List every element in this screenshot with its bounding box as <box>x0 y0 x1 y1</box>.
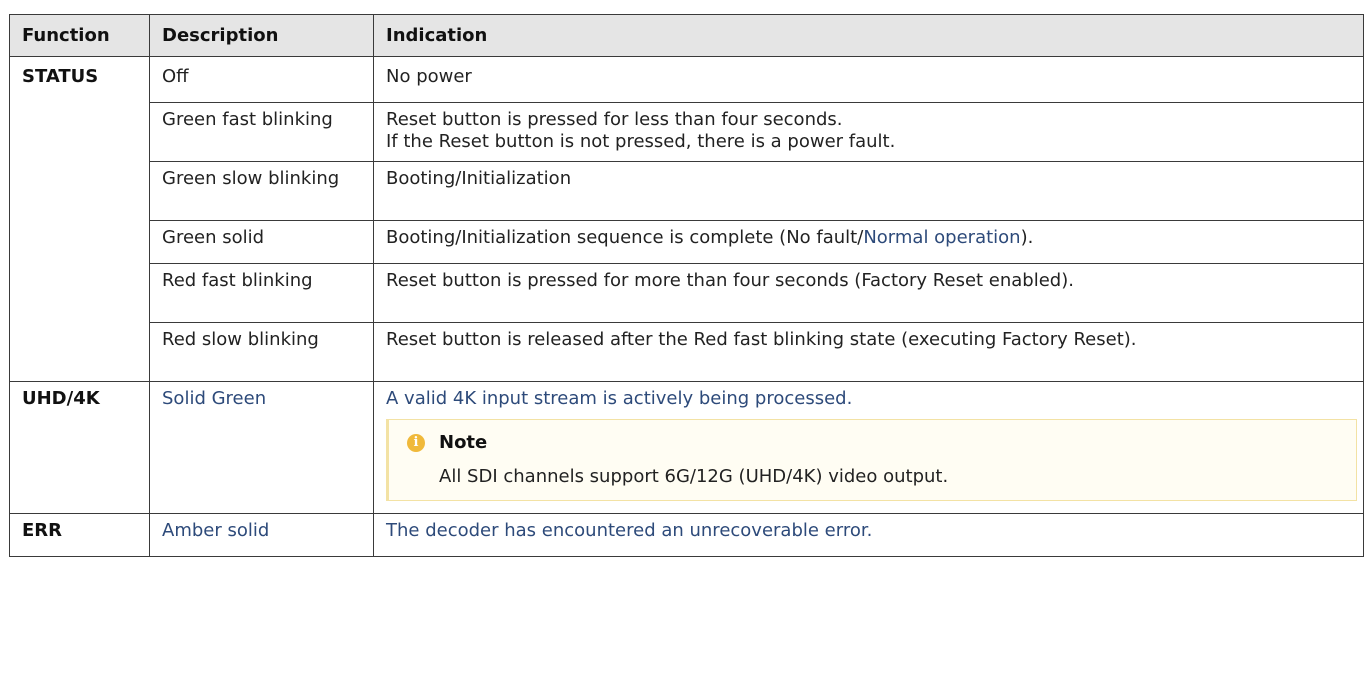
table-row: Green solid Booting/Initialization seque… <box>10 220 1364 264</box>
indication-cell: Booting/Initialization <box>373 161 1364 221</box>
indication-cell: A valid 4K input stream is actively bein… <box>373 381 1364 514</box>
function-err: ERR <box>9 513 150 557</box>
led-indicator-table: Function Description Indication STATUS O… <box>9 14 1364 557</box>
function-uhd-4k: UHD/4K <box>9 381 150 514</box>
note-title: Note <box>439 432 488 453</box>
indication-cell: No power <box>373 56 1364 103</box>
note-text: All SDI channels support 6G/12G (UHD/4K)… <box>439 466 949 487</box>
table-row: STATUS Off No power <box>9 56 1364 382</box>
table-row: Red fast blinking Reset button is presse… <box>10 263 1364 323</box>
indication-cell: Reset button is pressed for more than fo… <box>373 263 1364 323</box>
table-header-row: Function Description Indication <box>9 14 1364 57</box>
indication-text: Booting/Initialization sequence is compl… <box>386 227 864 248</box>
description-cell: Green slow blinking <box>149 161 374 221</box>
description-cell: Amber solid <box>149 513 374 557</box>
normal-operation-link[interactable]: Normal operation <box>863 227 1020 248</box>
note-header: i Note <box>403 432 1342 454</box>
indication-text: ). <box>1020 227 1034 248</box>
indication-text: Reset button is pressed for less than fo… <box>386 109 843 130</box>
indication-text: No power <box>386 66 472 87</box>
indication-text: Reset button is pressed for more than fo… <box>386 270 1074 291</box>
indication-cell: Booting/Initialization sequence is compl… <box>373 220 1364 264</box>
table-row: Red slow blinking Reset button is releas… <box>10 322 1364 382</box>
description-cell: Green solid <box>149 220 374 264</box>
description-cell: Solid Green <box>149 381 374 514</box>
indication-cell: Reset button is pressed for less than fo… <box>373 102 1364 162</box>
header-indication: Indication <box>373 14 1364 57</box>
info-icon: i <box>407 434 425 452</box>
indication-text: Reset button is released after the Red f… <box>386 329 1137 350</box>
indication-text: A valid 4K input stream is actively bein… <box>386 388 853 409</box>
description-cell: Red fast blinking <box>149 263 374 323</box>
description-cell: Off <box>149 56 374 103</box>
table-row: Green fast blinking Reset button is pres… <box>10 102 1364 162</box>
indication-cell: The decoder has encountered an unrecover… <box>373 513 1364 557</box>
header-description: Description <box>149 14 374 57</box>
function-status: STATUS <box>9 56 150 382</box>
table-row: Green slow blinking Booting/Initializati… <box>10 161 1364 221</box>
description-cell: Red slow blinking <box>149 322 374 382</box>
indication-text: If the Reset button is not pressed, ther… <box>386 131 896 152</box>
table-row: ERR Amber solid The decoder has encounte… <box>9 513 1364 557</box>
note-callout: i Note All SDI channels support 6G/12G (… <box>386 419 1357 501</box>
indication-text: Booting/Initialization <box>386 168 572 189</box>
description-cell: Green fast blinking <box>149 102 374 162</box>
table-row: UHD/4K Solid Green A valid 4K input stre… <box>9 381 1364 514</box>
header-function: Function <box>9 14 150 57</box>
indication-cell: Reset button is released after the Red f… <box>373 322 1364 382</box>
